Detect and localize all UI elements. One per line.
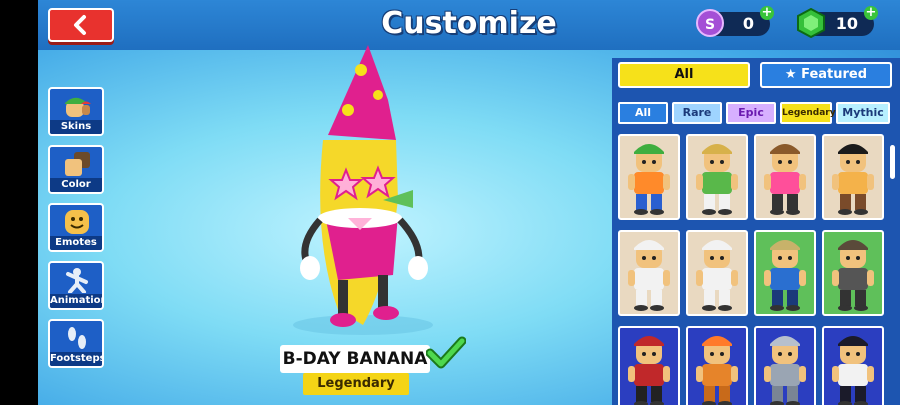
filter-label: Mythic bbox=[842, 106, 884, 119]
character-rarity: Legendary bbox=[303, 373, 409, 395]
scrollbar[interactable] bbox=[890, 145, 895, 179]
top-bar: Customize S 0 + 10 + bbox=[38, 0, 900, 50]
skin-card[interactable] bbox=[618, 230, 680, 316]
sidebar-item-emotes[interactable]: Emotes bbox=[48, 203, 104, 252]
filter-label: Legendary bbox=[782, 108, 836, 118]
skin-figure-icon bbox=[832, 336, 874, 405]
filter-epic[interactable]: Epic bbox=[726, 102, 776, 124]
skin-card[interactable] bbox=[686, 326, 748, 405]
star-icon: ★ bbox=[784, 67, 797, 82]
color-icon bbox=[65, 152, 90, 176]
sidebar-item-animations[interactable]: Animations bbox=[48, 261, 104, 310]
add-coins-button[interactable]: + bbox=[760, 6, 774, 20]
skin-card[interactable] bbox=[754, 230, 816, 316]
sidebar-item-label: Skins bbox=[50, 120, 102, 134]
add-gems-button[interactable]: + bbox=[864, 6, 878, 20]
skin-card[interactable] bbox=[822, 230, 884, 316]
sidebar-item-color[interactable]: Color bbox=[48, 145, 104, 194]
skin-card[interactable] bbox=[618, 326, 680, 405]
skin-figure-icon bbox=[832, 240, 874, 311]
tab-all[interactable]: All bbox=[618, 62, 750, 88]
skins-icon bbox=[65, 97, 91, 117]
character-name: B-DAY BANANA bbox=[280, 345, 430, 373]
sidebar-item-footsteps[interactable]: Footsteps bbox=[48, 319, 104, 368]
animations-icon bbox=[66, 268, 88, 293]
character-preview bbox=[293, 45, 433, 335]
skin-card[interactable] bbox=[822, 326, 884, 405]
skin-figure-icon bbox=[696, 144, 738, 215]
skin-figure-icon bbox=[628, 336, 670, 405]
skin-figure-icon bbox=[628, 144, 670, 215]
skin-card[interactable] bbox=[822, 134, 884, 220]
coin-icon: S bbox=[696, 9, 724, 37]
emotes-icon bbox=[65, 210, 89, 234]
skin-panel: All ★ Featured All Rare Epic Legendary M… bbox=[612, 58, 900, 405]
coin-value: 0 bbox=[742, 14, 754, 33]
filter-rare[interactable]: Rare bbox=[672, 102, 722, 124]
gem-icon bbox=[797, 8, 825, 38]
coin-counter: S 0 + bbox=[696, 6, 774, 37]
skin-figure-icon bbox=[696, 240, 738, 311]
footsteps-icon bbox=[68, 327, 86, 349]
sidebar-item-skins[interactable]: Skins bbox=[48, 87, 104, 136]
skin-figure-icon bbox=[764, 240, 806, 311]
skin-figure-icon bbox=[832, 144, 874, 215]
equipped-check-icon bbox=[426, 336, 466, 369]
skin-figure-icon bbox=[764, 336, 806, 405]
skin-card[interactable] bbox=[686, 134, 748, 220]
gem-counter: 10 + bbox=[797, 6, 878, 38]
sidebar-item-label: Animations bbox=[50, 294, 102, 308]
filter-label: Epic bbox=[738, 106, 764, 119]
skin-card[interactable] bbox=[754, 134, 816, 220]
sidebar-item-label: Footsteps bbox=[50, 352, 104, 366]
tab-featured-label: Featured bbox=[801, 67, 868, 82]
sidebar-item-label: Color bbox=[50, 178, 102, 192]
skin-figure-icon bbox=[628, 240, 670, 311]
sidebar-item-label: Emotes bbox=[50, 236, 102, 250]
filter-mythic[interactable]: Mythic bbox=[836, 102, 890, 124]
game-screen: Customize S 0 + 10 + Skins Color Emotes … bbox=[38, 0, 900, 405]
tab-featured[interactable]: ★ Featured bbox=[760, 62, 892, 88]
skin-figure-icon bbox=[764, 144, 806, 215]
skin-figure-icon bbox=[696, 336, 738, 405]
skin-card[interactable] bbox=[686, 230, 748, 316]
gem-value: 10 bbox=[835, 14, 858, 33]
filter-label: Rare bbox=[682, 106, 712, 119]
skin-card[interactable] bbox=[754, 326, 816, 405]
skin-card[interactable] bbox=[618, 134, 680, 220]
filter-all[interactable]: All bbox=[618, 102, 668, 124]
filter-label: All bbox=[634, 106, 652, 119]
tab-all-label: All bbox=[674, 67, 694, 82]
filter-legendary[interactable]: Legendary bbox=[780, 102, 836, 124]
